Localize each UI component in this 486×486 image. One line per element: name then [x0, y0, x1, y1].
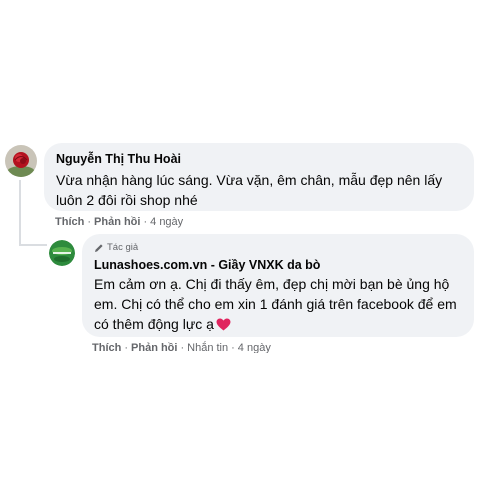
comment-text: Vừa nhận hàng lúc sáng. Vừa vặn, êm chân…: [56, 172, 443, 208]
reply-connector-line: [19, 180, 21, 246]
action-separator: ·: [124, 342, 129, 353]
comment-actions: Thích · Phản hồi · 4 ngày: [55, 215, 183, 229]
author-badge: Tác giả: [94, 241, 462, 255]
comment-timestamp[interactable]: 4 ngày: [150, 216, 183, 228]
reply-connector-branch: [19, 244, 47, 246]
reply-button[interactable]: Phản hồi: [131, 342, 177, 353]
message-link[interactable]: Nhắn tin: [187, 342, 228, 353]
comment-author[interactable]: Nguyễn Thị Thu Hoài: [56, 151, 462, 167]
action-separator: ·: [180, 342, 185, 353]
avatar[interactable]: [5, 145, 37, 177]
heart-icon: [216, 318, 231, 331]
pencil-icon: [95, 244, 103, 252]
comment-bubble: Nguyễn Thị Thu Hoài Vừa nhận hàng lúc sá…: [44, 143, 474, 211]
shop-logo-icon: [49, 240, 75, 266]
comment-thread: Nguyễn Thị Thu Hoài Vừa nhận hàng lúc sá…: [0, 0, 486, 486]
reply-actions: Thích · Phản hồi · Nhắn tin · 4 ngày: [92, 341, 271, 353]
reply-button[interactable]: Phản hồi: [94, 216, 140, 228]
reply-author[interactable]: Lunashoes.com.vn - Giầy VNXK da bò: [94, 257, 462, 273]
reply-timestamp[interactable]: 4 ngày: [238, 342, 271, 353]
author-badge-label: Tác giả: [107, 242, 139, 253]
reply-bubble: Tác giả Lunashoes.com.vn - Giầy VNXK da …: [82, 234, 474, 337]
rose-avatar-icon: [5, 145, 37, 177]
action-separator: ·: [231, 342, 235, 353]
like-button[interactable]: Thích: [55, 216, 84, 228]
page-avatar[interactable]: [49, 240, 75, 266]
action-separator: ·: [143, 216, 148, 228]
reply-text: Em cảm ơn ạ. Chị đi thấy êm, đẹp chị mời…: [94, 276, 457, 332]
like-button[interactable]: Thích: [92, 342, 121, 353]
reply-text-container: Em cảm ơn ạ. Chị đi thấy êm, đẹp chị mời…: [94, 274, 462, 334]
action-separator: ·: [87, 216, 92, 228]
